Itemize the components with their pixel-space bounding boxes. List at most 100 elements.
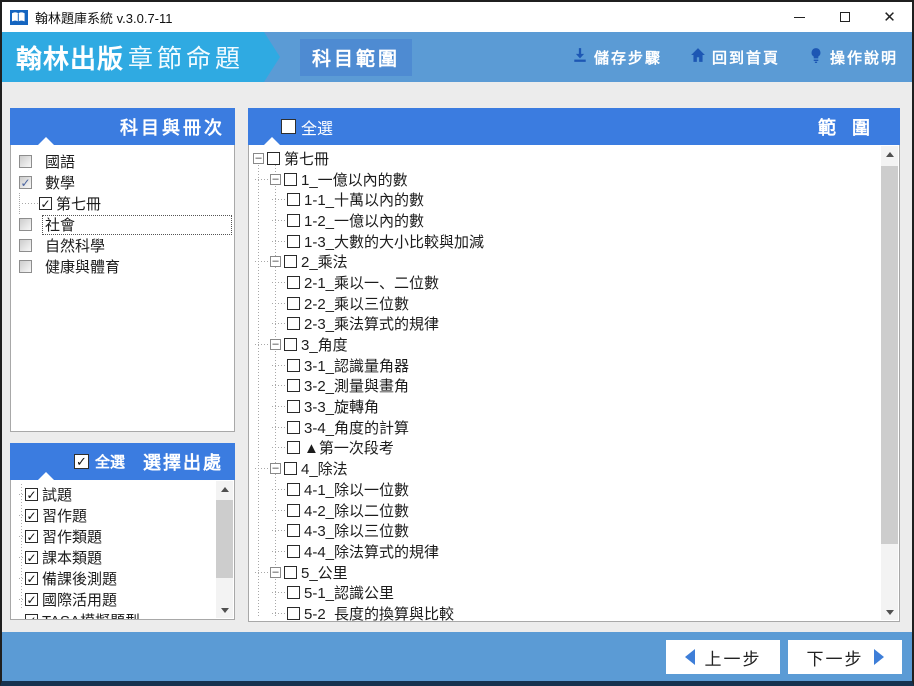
source-checkbox-checked[interactable]: ✓ bbox=[25, 593, 38, 606]
source-checkbox-checked[interactable]: ✓ bbox=[25, 614, 38, 619]
tree-checkbox-unchecked[interactable] bbox=[267, 151, 280, 165]
tree-checkbox-unchecked[interactable] bbox=[287, 482, 300, 496]
tree-checkbox-unchecked[interactable] bbox=[287, 606, 300, 620]
tree-collapse-icon[interactable]: – bbox=[270, 256, 281, 268]
tree-checkbox-unchecked[interactable] bbox=[284, 565, 297, 579]
sources-scrollbar[interactable] bbox=[216, 481, 233, 618]
tree-node-label: 第七冊 bbox=[284, 150, 330, 168]
scroll-down-icon[interactable] bbox=[216, 602, 233, 618]
tree-checkbox-unchecked[interactable] bbox=[287, 441, 300, 455]
subject-label: 第七冊 bbox=[56, 196, 102, 213]
main-area: 科目與冊次 國語 ✓ 數學 ✓ 第七冊 社會 自然科學 健康與體育 ✓ 全選 選擇出處 ✓ 試題… bbox=[2, 82, 912, 632]
tree-connector bbox=[270, 354, 287, 376]
maximize-button[interactable] bbox=[822, 2, 867, 32]
subject-row: ✓ 第七冊 bbox=[11, 193, 234, 214]
tree-collapse-icon[interactable]: – bbox=[270, 463, 281, 475]
sources-select-all-label: 全選 bbox=[95, 454, 126, 471]
tree-checkbox-unchecked[interactable] bbox=[287, 358, 300, 372]
tree-connector bbox=[270, 292, 287, 314]
subject-checkbox-unchecked[interactable] bbox=[19, 155, 32, 168]
tree-checkbox-unchecked[interactable] bbox=[287, 213, 300, 227]
tree-connector bbox=[253, 272, 270, 293]
tree-connector bbox=[253, 376, 270, 397]
tree-collapse-icon[interactable]: – bbox=[253, 152, 264, 164]
tree-row: 3-4_角度的計算 bbox=[249, 416, 899, 438]
tree-checkbox-unchecked[interactable] bbox=[287, 544, 300, 558]
close-button[interactable]: ✕ bbox=[867, 2, 912, 32]
source-row: ✓ 備課後測題 bbox=[11, 568, 234, 589]
source-checkbox-checked[interactable]: ✓ bbox=[25, 509, 38, 522]
tree-connector bbox=[253, 520, 270, 541]
scroll-up-icon[interactable] bbox=[216, 481, 233, 497]
tree-checkbox-unchecked[interactable] bbox=[287, 420, 300, 434]
subject-checkbox-unchecked[interactable] bbox=[19, 260, 32, 273]
tree-checkbox-unchecked[interactable] bbox=[287, 234, 300, 248]
tree-checkbox-unchecked[interactable] bbox=[287, 379, 300, 393]
subject-checkbox-checked[interactable]: ✓ bbox=[39, 197, 52, 210]
tree-row: – 第七冊 bbox=[249, 148, 899, 169]
source-row: ✓ 習作題 bbox=[11, 505, 234, 526]
subject-checkbox-unchecked[interactable] bbox=[19, 218, 32, 231]
banner-actions: 儲存步驟 回到首頁 操作說明 bbox=[572, 47, 898, 68]
subject-checkbox-unchecked[interactable] bbox=[19, 239, 32, 252]
source-label: 課本類題 bbox=[42, 550, 103, 567]
tree-checkbox-unchecked[interactable] bbox=[287, 296, 300, 310]
previous-step-button[interactable]: 上一步 bbox=[666, 640, 780, 674]
tree-connector bbox=[253, 479, 270, 500]
source-checkbox-checked[interactable]: ✓ bbox=[25, 488, 38, 501]
subject-checkbox-checked[interactable]: ✓ bbox=[19, 176, 32, 189]
source-row: ✓ TASA模擬題型 bbox=[11, 610, 234, 619]
tree-collapse-icon[interactable]: – bbox=[270, 566, 281, 578]
subject-label-focused[interactable]: 社會 bbox=[42, 214, 232, 235]
tree-row: – 1_一億以內的數 bbox=[249, 168, 899, 190]
source-checkbox-checked[interactable]: ✓ bbox=[25, 551, 38, 564]
tree-checkbox-unchecked[interactable] bbox=[287, 317, 300, 331]
banner-action-help[interactable]: 操作說明 bbox=[808, 47, 898, 68]
tree-checkbox-unchecked[interactable] bbox=[284, 338, 297, 352]
tree-collapse-icon[interactable]: – bbox=[270, 339, 281, 351]
next-step-button[interactable]: 下一步 bbox=[788, 640, 902, 674]
subjects-list: 國語 ✓ 數學 ✓ 第七冊 社會 自然科學 健康與體育 bbox=[10, 145, 235, 432]
arrow-right-icon bbox=[873, 649, 884, 665]
sources-scrollbar-thumb[interactable] bbox=[216, 500, 233, 578]
source-label: 習作題 bbox=[42, 508, 88, 525]
tree-checkbox-unchecked[interactable] bbox=[287, 524, 300, 538]
tree-connector bbox=[253, 458, 270, 479]
tree-node-label: 2-3_乘法算式的規律 bbox=[304, 316, 440, 334]
tree-checkbox-unchecked[interactable] bbox=[287, 586, 300, 600]
source-checkbox-checked[interactable]: ✓ bbox=[25, 530, 38, 543]
tree-connector bbox=[253, 210, 270, 231]
scope-scrollbar-thumb[interactable] bbox=[881, 166, 898, 544]
source-label: TASA模擬題型 bbox=[42, 610, 140, 619]
tree-checkbox-unchecked[interactable] bbox=[284, 172, 297, 186]
tree-connector bbox=[270, 541, 287, 562]
tree-row: – 2_乘法 bbox=[249, 251, 899, 273]
subjects-panel: 科目與冊次 國語 ✓ 數學 ✓ 第七冊 社會 自然科學 健康與體育 bbox=[10, 108, 235, 432]
tree-connector bbox=[270, 520, 287, 542]
scope-scrollbar[interactable] bbox=[881, 146, 898, 620]
tree-node-label: 1-3_大數的大小比較與加減 bbox=[304, 233, 485, 251]
banner-action-home[interactable]: 回到首頁 bbox=[690, 47, 780, 68]
scope-select-all-checkbox[interactable] bbox=[281, 119, 296, 134]
scope-panel-header: 全選 範圍 bbox=[248, 108, 900, 145]
tree-checkbox-unchecked[interactable] bbox=[287, 193, 300, 207]
banner-action-save[interactable]: 儲存步驟 bbox=[572, 47, 662, 68]
source-label: 備課後測題 bbox=[42, 571, 118, 588]
tree-checkbox-unchecked[interactable] bbox=[287, 400, 300, 414]
scroll-down-icon[interactable] bbox=[881, 604, 898, 620]
pointer-up-triangle bbox=[264, 137, 280, 145]
tree-checkbox-unchecked[interactable] bbox=[284, 462, 297, 476]
tree-checkbox-unchecked[interactable] bbox=[284, 255, 297, 269]
scope-tree-container: – 第七冊 –1_一億以內的數 1-1_十萬以內的數 1-2_一億以內的數 1-3_大數的… bbox=[248, 145, 900, 622]
tree-row: 2-1_乘以一、二位數 bbox=[249, 272, 899, 293]
tree-connector bbox=[253, 231, 270, 252]
tree-checkbox-unchecked[interactable] bbox=[287, 275, 300, 289]
tree-checkbox-unchecked[interactable] bbox=[287, 503, 300, 517]
scroll-up-icon[interactable] bbox=[881, 146, 898, 162]
sources-select-all-checkbox[interactable]: ✓ bbox=[74, 454, 89, 469]
tree-collapse-icon[interactable]: – bbox=[270, 173, 281, 185]
subject-label: 數學 bbox=[45, 175, 76, 192]
source-checkbox-checked[interactable]: ✓ bbox=[25, 572, 38, 585]
tree-row: ▲第一次段考 bbox=[249, 437, 899, 459]
minimize-button[interactable] bbox=[777, 2, 822, 32]
